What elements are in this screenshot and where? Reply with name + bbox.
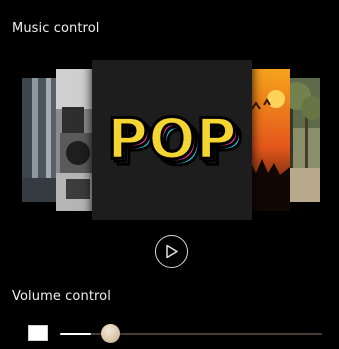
album-cover-center-pop[interactable]: POP POP POP bbox=[92, 60, 252, 220]
album-carousel[interactable]: POP POP POP bbox=[0, 0, 339, 240]
volume-icon[interactable] bbox=[28, 325, 48, 341]
play-button[interactable] bbox=[155, 235, 188, 268]
album-cover-right[interactable] bbox=[246, 69, 290, 211]
volume-control-title: Volume control bbox=[12, 289, 111, 304]
volume-slider-thumb[interactable] bbox=[101, 324, 120, 343]
album-cover-far-right[interactable] bbox=[285, 78, 320, 202]
pop-text-yellow: POP bbox=[107, 107, 237, 172]
volume-slider[interactable] bbox=[60, 323, 322, 345]
play-icon bbox=[166, 244, 178, 259]
volume-slider-fill bbox=[60, 333, 91, 335]
volume-slider-track[interactable] bbox=[60, 333, 322, 335]
